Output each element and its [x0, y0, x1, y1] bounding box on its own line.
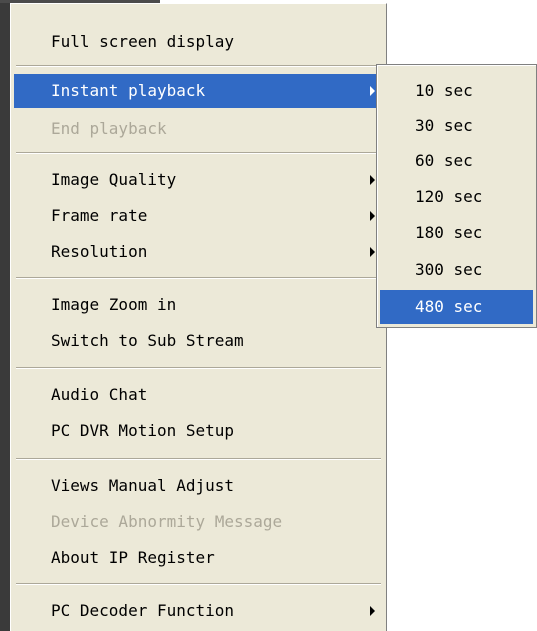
submenu-item-30-sec[interactable]: 30 sec [380, 109, 533, 143]
submenu-item-label: 180 sec [415, 223, 483, 242]
menu-item-image-zoom-in[interactable]: Image Zoom in [14, 288, 383, 322]
menu-separator [16, 583, 381, 585]
menu-item-device-abnormity-message: Device Abnormity Message [14, 505, 383, 539]
submenu-arrow-icon [370, 86, 375, 96]
menu-item-label: About IP Register [51, 548, 215, 567]
context-menu: Full screen display Instant playback End… [10, 3, 387, 631]
menu-item-label: Frame rate [51, 206, 148, 225]
submenu-item-label: 30 sec [415, 116, 473, 135]
menu-item-label: PC DVR Motion Setup [51, 421, 235, 440]
submenu-item-300-sec[interactable]: 300 sec [380, 253, 533, 287]
submenu-item-60-sec[interactable]: 60 sec [380, 144, 533, 178]
menu-item-resolution[interactable]: Resolution [14, 235, 383, 269]
submenu-arrow-icon [370, 247, 375, 257]
menu-item-label: Device Abnormity Message [51, 512, 283, 531]
menu-separator [16, 152, 381, 154]
menu-item-label: Image Quality [51, 170, 177, 189]
menu-separator [16, 277, 381, 279]
menu-separator [16, 367, 381, 369]
submenu-item-480-sec[interactable]: 480 sec [380, 290, 533, 324]
submenu-item-label: 480 sec [415, 297, 483, 316]
menu-item-audio-chat[interactable]: Audio Chat [14, 378, 383, 412]
menu-item-label: Switch to Sub Stream [51, 331, 244, 350]
menu-item-instant-playback[interactable]: Instant playback [14, 74, 383, 108]
submenu-item-10-sec[interactable]: 10 sec [380, 74, 533, 108]
menu-item-label: Resolution [51, 242, 148, 261]
menu-item-pc-decoder-function[interactable]: PC Decoder Function [14, 594, 383, 628]
menu-item-switch-sub-stream[interactable]: Switch to Sub Stream [14, 324, 383, 358]
menu-item-label: End playback [51, 119, 167, 138]
menu-item-label: Views Manual Adjust [51, 476, 235, 495]
submenu-item-label: 300 sec [415, 260, 483, 279]
menu-item-label: Instant playback [51, 81, 206, 100]
submenu-item-label: 60 sec [415, 151, 473, 170]
submenu-arrow-icon [370, 606, 375, 616]
menu-item-label: Image Zoom in [51, 295, 177, 314]
submenu-item-180-sec[interactable]: 180 sec [380, 216, 533, 250]
menu-item-end-playback: End playback [14, 112, 383, 146]
menu-item-label: Audio Chat [51, 385, 148, 404]
menu-item-views-manual-adjust[interactable]: Views Manual Adjust [14, 469, 383, 503]
menu-item-label: Full screen display [51, 32, 235, 51]
submenu-item-label: 120 sec [415, 187, 483, 206]
submenu-arrow-icon [370, 175, 375, 185]
submenu-item-120-sec[interactable]: 120 sec [380, 180, 533, 214]
menu-separator [16, 458, 381, 460]
submenu-item-label: 10 sec [415, 81, 473, 100]
menu-separator [16, 65, 381, 67]
menu-item-image-quality[interactable]: Image Quality [14, 163, 383, 197]
instant-playback-submenu: 10 sec 30 sec 60 sec 120 sec 180 sec 300… [376, 64, 537, 328]
menu-item-frame-rate[interactable]: Frame rate [14, 199, 383, 233]
menu-item-full-screen[interactable]: Full screen display [14, 25, 383, 59]
submenu-arrow-icon [370, 211, 375, 221]
menu-item-pc-dvr-motion-setup[interactable]: PC DVR Motion Setup [14, 414, 383, 448]
menu-item-label: PC Decoder Function [51, 601, 235, 620]
menu-item-about-ip-register[interactable]: About IP Register [14, 541, 383, 575]
background-window [0, 0, 10, 631]
